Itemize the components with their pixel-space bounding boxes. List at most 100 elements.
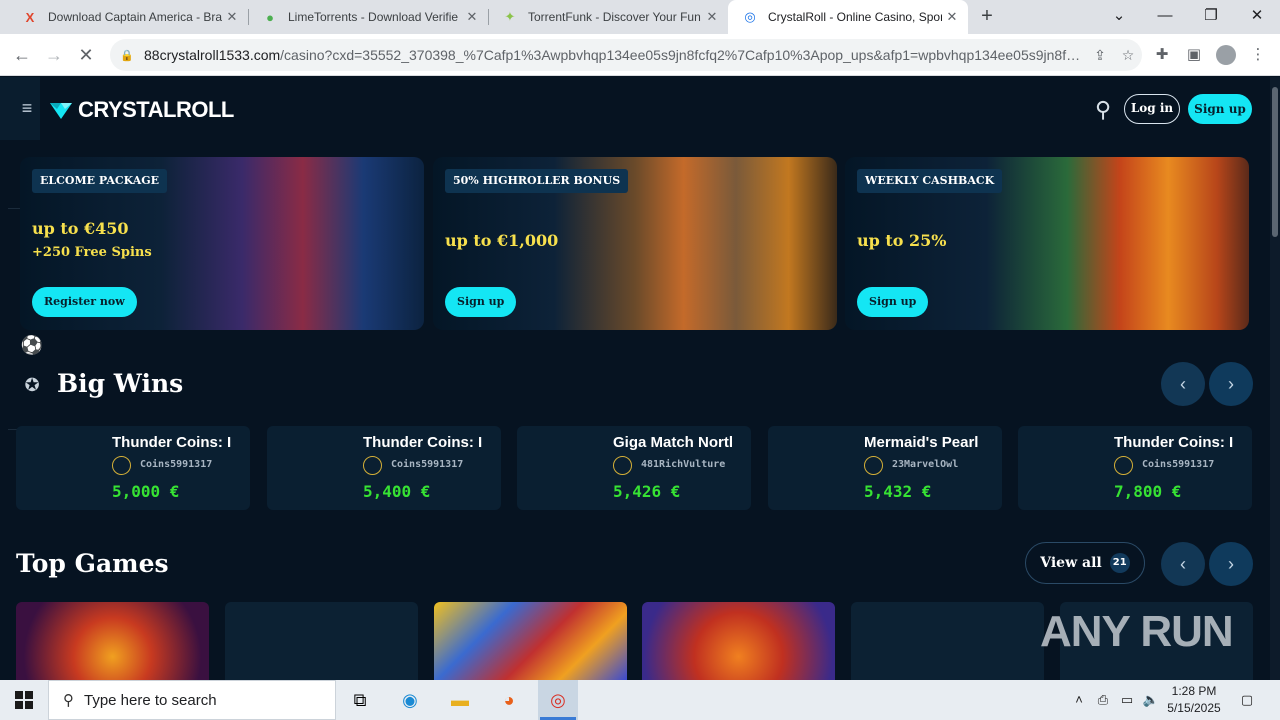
tray-overflow-chevron-icon[interactable]: ˄ — [1070, 691, 1088, 709]
crystal-gem-icon — [50, 103, 72, 119]
network-icon[interactable]: ▭ — [1118, 691, 1136, 709]
badge-award-icon[interactable]: ✪ — [20, 373, 44, 397]
close-tab-icon[interactable]: ✕ — [702, 9, 722, 25]
coin-icon — [1114, 456, 1133, 475]
win-amount: 5,400 € — [363, 482, 431, 501]
profile-avatar-icon[interactable] — [1216, 45, 1236, 65]
top-games-next-button[interactable]: › — [1209, 542, 1253, 586]
chrome-icon[interactable]: ◎ — [538, 686, 578, 714]
browser-toolbar: ← → ✕ 🔒 88crystalroll1533.com /casino?cx… — [0, 34, 1280, 76]
game-tile[interactable] — [225, 602, 418, 680]
taskbar-clock[interactable]: 1:28 PM 5/15/2025 — [1164, 683, 1224, 717]
game-tile[interactable] — [16, 602, 209, 680]
win-amount: 5,000 € — [112, 482, 180, 501]
win-username: Coins5991317 — [1142, 459, 1215, 470]
file-explorer-icon[interactable]: ▬ — [440, 686, 480, 714]
bookmark-star-icon[interactable]: ☆ — [1114, 47, 1142, 64]
big-wins-prev-button[interactable]: ‹ — [1161, 362, 1205, 406]
network-device-icon[interactable]: ⎙ — [1094, 691, 1112, 709]
search-icon: ⚲ — [63, 692, 74, 709]
big-wins-next-button[interactable]: › — [1209, 362, 1253, 406]
promo-tag: ELCOME PACKAGE — [32, 169, 168, 193]
promo-signup-button[interactable]: Sign up — [857, 287, 929, 317]
close-tab-icon[interactable]: ✕ — [462, 9, 482, 25]
top-games-prev-button[interactable]: ‹ — [1161, 542, 1205, 586]
firefox-icon[interactable]: ◕ — [489, 686, 529, 714]
games-count-badge: 21 — [1109, 553, 1130, 573]
lock-icon: 🔒 — [120, 49, 134, 62]
win-game-name: Thunder Coins: I — [363, 434, 483, 451]
tab-search-icon[interactable]: ⌄ — [1096, 0, 1142, 34]
share-icon[interactable]: ⇪ — [1086, 47, 1114, 64]
lime-icon: ● — [266, 9, 274, 25]
game-tile[interactable] — [851, 602, 1044, 680]
browser-tab[interactable]: ● LimeTorrents - Download Verifie ✕ — [248, 0, 488, 34]
coin-icon — [363, 456, 382, 475]
task-view-icon[interactable]: ⧉ — [340, 686, 380, 714]
kebab-menu-icon[interactable]: ⋮ — [1248, 45, 1268, 65]
promo-signup-button[interactable]: Sign up — [445, 287, 517, 317]
login-button[interactable]: Log in — [1124, 94, 1180, 124]
signup-button[interactable]: Sign up — [1188, 94, 1252, 124]
win-username: 23MarvelOwl — [892, 459, 959, 470]
page-scrollbar[interactable] — [1270, 77, 1280, 680]
x-logo-icon: X — [25, 9, 35, 25]
win-username: Coins5991317 — [391, 459, 464, 470]
side-panel-icon[interactable]: ▣ — [1184, 45, 1204, 65]
forward-arrow-icon[interactable]: → — [42, 43, 66, 67]
anyrun-watermark: ANY RUN — [1040, 607, 1234, 656]
search-icon[interactable]: ⚲ — [1090, 97, 1116, 123]
edge-browser-icon[interactable]: ◉ — [390, 686, 430, 714]
close-tab-icon[interactable]: ✕ — [222, 9, 242, 25]
win-game-name: Mermaid's Pearl — [864, 434, 979, 451]
register-now-button[interactable]: Register now — [32, 287, 137, 317]
win-username: 481RichVulture — [641, 459, 726, 470]
crystalroll-icon: ◎ — [744, 9, 756, 24]
coin-icon — [864, 456, 883, 475]
big-wins-title: Big Wins — [57, 369, 184, 398]
promo-card-welcome[interactable]: ELCOME PACKAGE up to €450 +250 Free Spin… — [20, 157, 424, 330]
close-tab-icon[interactable]: ✕ — [942, 9, 962, 25]
browser-tab[interactable]: ✦ TorrentFunk - Discover Your Fun ✕ — [488, 0, 728, 34]
crystalroll-logo[interactable]: CRYSTALROLL — [48, 97, 234, 123]
close-window-button[interactable]: ✕ — [1234, 0, 1280, 34]
browser-tab-strip: X Download Captain America - Bra ✕ ● Lim… — [0, 0, 1280, 34]
promo-amount: up to 25% — [857, 231, 947, 250]
win-game-name: Thunder Coins: I — [1114, 434, 1234, 451]
win-amount: 5,426 € — [613, 482, 681, 501]
promo-tag: 50% HIGHROLLER BONUS — [445, 169, 629, 193]
minimize-button[interactable]: — — [1142, 0, 1188, 34]
top-games-title: Top Games — [16, 549, 169, 578]
win-game-name: Thunder Coins: I — [112, 434, 232, 451]
volume-icon[interactable]: 🔈 — [1142, 691, 1160, 709]
browser-tab-active[interactable]: ◎ CrystalRoll - Online Casino, Spor ✕ — [728, 0, 968, 34]
extensions-puzzle-icon[interactable]: ✚ — [1152, 45, 1172, 65]
browser-tab[interactable]: X Download Captain America - Bra ✕ — [8, 0, 248, 34]
soccer-ball-icon[interactable]: ⚽ — [20, 333, 44, 357]
back-arrow-icon[interactable]: ← — [10, 43, 34, 67]
game-tile[interactable] — [434, 602, 627, 680]
windows-start-icon[interactable] — [0, 680, 48, 720]
promo-amount: up to €450 — [32, 219, 129, 238]
promo-tag: WEEKLY CASHBACK — [857, 169, 1003, 193]
casino-page: ≡ 🎯 ❀ ((·)) ⚽ ✪ 🎧 CRYSTALROLL ⚲ Log in S… — [0, 77, 1270, 680]
game-tile[interactable] — [642, 602, 835, 680]
coin-icon — [112, 456, 131, 475]
big-win-card[interactable]: Thunder Coins: I Coins5991317 5,000 € — [16, 426, 250, 510]
stop-loading-icon[interactable]: ✕ — [74, 43, 98, 67]
restore-button[interactable]: ❐ — [1188, 0, 1234, 34]
win-username: Coins5991317 — [140, 459, 213, 470]
big-win-card[interactable]: Mermaid's Pearl 23MarvelOwl 5,432 € — [768, 426, 1002, 510]
address-bar[interactable]: 🔒 88crystalroll1533.com /casino?cxd=3555… — [110, 39, 1142, 71]
new-tab-button[interactable]: + — [976, 5, 998, 27]
big-win-card[interactable]: Giga Match Nortl 481RichVulture 5,426 € — [517, 426, 751, 510]
taskbar-search-box[interactable]: ⚲ Type here to search — [48, 680, 336, 720]
hamburger-menu-icon[interactable]: ≡ — [0, 77, 40, 140]
view-all-button[interactable]: View all 21 — [1025, 542, 1145, 584]
promo-card-highroller[interactable]: 50% HIGHROLLER BONUS up to €1,000 Sign u… — [433, 157, 837, 330]
promo-card-cashback[interactable]: WEEKLY CASHBACK up to 25% Sign up — [845, 157, 1249, 330]
windows-taskbar: ⚲ Type here to search ⧉ ◉ ▬ ◕ ◎ ˄ ⎙ ▭ 🔈 … — [0, 680, 1280, 720]
big-win-card[interactable]: Thunder Coins: I Coins5991317 7,800 € — [1018, 426, 1252, 510]
notifications-icon[interactable]: ▢ — [1238, 691, 1256, 709]
big-win-card[interactable]: Thunder Coins: I Coins5991317 5,400 € — [267, 426, 501, 510]
